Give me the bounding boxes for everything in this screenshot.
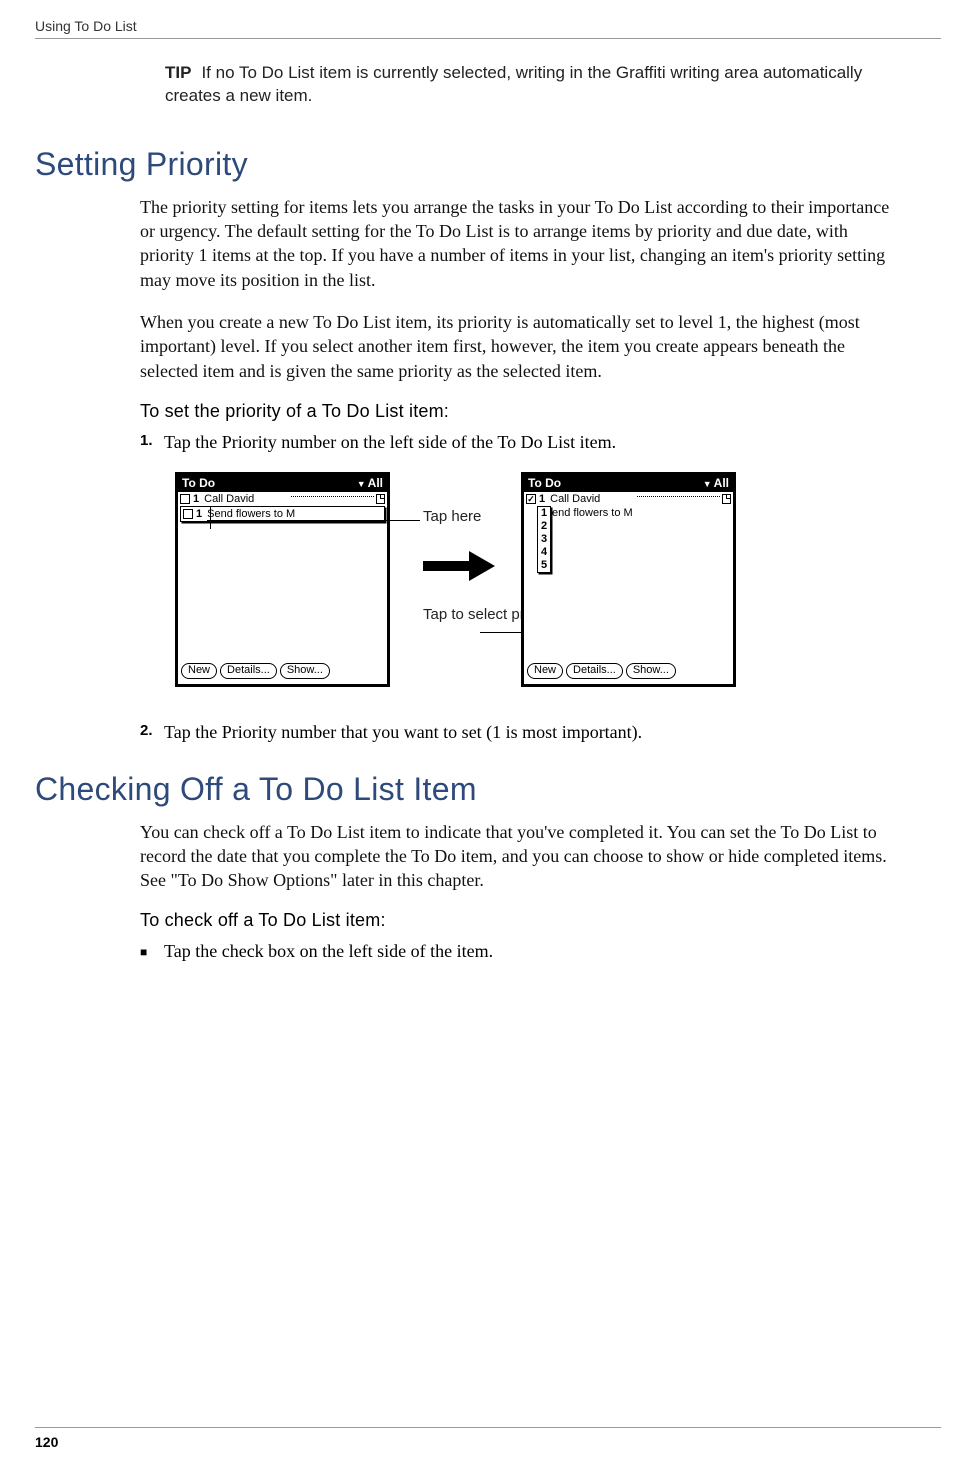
tip-block: TIPIf no To Do List item is currently se… bbox=[165, 62, 896, 108]
step-1: 1. Tap the Priority number on the left s… bbox=[140, 430, 896, 454]
priority-option: 1 bbox=[538, 507, 550, 520]
tip-label: TIP bbox=[165, 63, 191, 82]
item-text: Call David bbox=[204, 493, 287, 505]
step-number: 2. bbox=[140, 720, 164, 744]
dropdown-icon: ▼ bbox=[703, 479, 712, 489]
palm-titlebar: To Do ▼All bbox=[524, 475, 733, 492]
dotted-line bbox=[637, 496, 720, 497]
priority-option: 4 bbox=[538, 546, 550, 559]
page-number: 120 bbox=[35, 1434, 58, 1450]
dotted-line bbox=[291, 496, 374, 497]
tip-text: If no To Do List item is currently selec… bbox=[165, 63, 862, 105]
figure-priority: To Do ▼All 1 Call David 1 Send flowers t… bbox=[175, 466, 896, 696]
bullet-item: ■ Tap the check box on the left side of … bbox=[140, 939, 896, 963]
priority-option: 2 bbox=[538, 520, 550, 533]
subheading-set-priority: To set the priority of a To Do List item… bbox=[140, 401, 896, 422]
details-button: Details... bbox=[566, 663, 623, 679]
category-selector: All bbox=[714, 476, 729, 490]
note-icon bbox=[376, 494, 385, 504]
todo-row: end flowers to M bbox=[524, 506, 733, 520]
todo-row: ✓ 1 Call David bbox=[524, 492, 733, 506]
chapter-header: Using To Do List bbox=[35, 18, 137, 34]
palm-screen-after: To Do ▼All ✓ 1 Call David end flowers to… bbox=[521, 472, 736, 687]
category-selector: All bbox=[368, 476, 383, 490]
app-title: To Do bbox=[182, 476, 215, 490]
step-number: 1. bbox=[140, 430, 164, 454]
leader-line bbox=[210, 507, 211, 529]
show-button: Show... bbox=[280, 663, 330, 679]
item-text: end flowers to M bbox=[552, 507, 731, 519]
subheading-check-off: To check off a To Do List item: bbox=[140, 910, 896, 931]
bullet-text: Tap the check box on the left side of th… bbox=[164, 939, 896, 963]
priority-number: 1 bbox=[193, 493, 199, 505]
checkbox-unchecked bbox=[183, 509, 193, 519]
palm-buttons: New Details... Show... bbox=[527, 663, 676, 679]
body-para: You can check off a To Do List item to i… bbox=[140, 820, 896, 893]
new-button: New bbox=[181, 663, 217, 679]
annotation-tap-here: Tap here bbox=[423, 508, 481, 526]
checkbox-unchecked bbox=[180, 494, 190, 504]
dropdown-icon: ▼ bbox=[357, 479, 366, 489]
step-text: Tap the Priority number on the left side… bbox=[164, 430, 896, 454]
bullet-icon: ■ bbox=[140, 939, 164, 963]
palm-screen-before: To Do ▼All 1 Call David 1 Send flowers t… bbox=[175, 472, 390, 687]
arrow-icon bbox=[423, 551, 495, 581]
item-text: Send flowers to M bbox=[207, 508, 382, 520]
step-text: Tap the Priority number that you want to… bbox=[164, 720, 896, 744]
note-icon bbox=[722, 494, 731, 504]
priority-number: 1 bbox=[539, 493, 545, 505]
palm-buttons: New Details... Show... bbox=[181, 663, 330, 679]
footer-rule bbox=[35, 1427, 941, 1428]
show-button: Show... bbox=[626, 663, 676, 679]
item-text: Call David bbox=[550, 493, 633, 505]
todo-row: 1 Call David bbox=[178, 492, 387, 506]
leader-line bbox=[207, 520, 420, 521]
step-2: 2. Tap the Priority number that you want… bbox=[140, 720, 896, 744]
details-button: Details... bbox=[220, 663, 277, 679]
priority-popup: 1 2 3 4 5 bbox=[537, 506, 551, 573]
new-button: New bbox=[527, 663, 563, 679]
priority-option: 3 bbox=[538, 533, 550, 546]
priority-option: 5 bbox=[538, 559, 550, 572]
app-title: To Do bbox=[528, 476, 561, 490]
priority-number: 1 bbox=[196, 508, 202, 520]
body-para: When you create a new To Do List item, i… bbox=[140, 310, 896, 383]
header-rule bbox=[35, 38, 941, 39]
body-para: The priority setting for items lets you … bbox=[140, 195, 896, 292]
heading-checking-off: Checking Off a To Do List Item bbox=[35, 771, 896, 808]
heading-setting-priority: Setting Priority bbox=[35, 146, 896, 183]
palm-titlebar: To Do ▼All bbox=[178, 475, 387, 492]
checkbox-checked: ✓ bbox=[526, 494, 536, 504]
